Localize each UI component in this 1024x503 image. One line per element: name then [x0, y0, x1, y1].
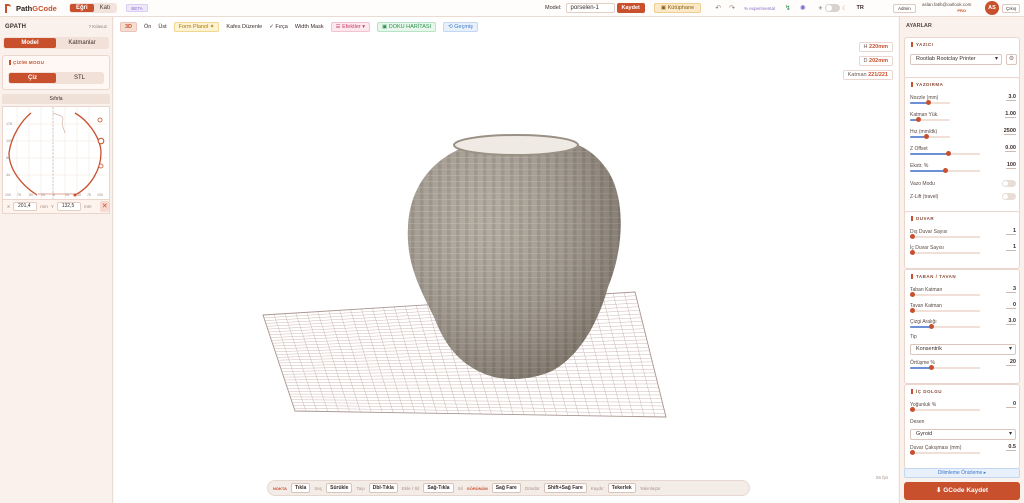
x-tick: 100 [97, 193, 103, 197]
x-tick: 25 [65, 193, 69, 197]
moon-icon: ☾ [842, 5, 848, 12]
z-offset-slider[interactable] [910, 151, 980, 156]
x-tick: 0 [53, 193, 55, 197]
tab-stl[interactable]: STL [56, 73, 103, 83]
app-logo: Path GCode [5, 3, 69, 13]
speed-value[interactable]: 2500 [1003, 128, 1016, 135]
redo-icon[interactable]: ↷ [729, 4, 735, 12]
left-sidebar: GPATH ? Kılavuz Model Katmanlar ÇİZİM MOD… [0, 17, 113, 503]
y-tick: 175 [6, 122, 12, 126]
speed-slider[interactable] [910, 134, 950, 139]
reset-button[interactable]: Sıfırla [2, 94, 110, 104]
vase-opening [453, 134, 579, 156]
tab-draw[interactable]: Çiz [9, 73, 56, 83]
base-top-section: TABAN / TAVAN Taban Katman 3 Tavan Katman… [904, 269, 1020, 384]
base-layers-value[interactable]: 3 [1006, 286, 1016, 293]
inner-wall-slider[interactable] [909, 250, 980, 255]
x-tick: 75 [87, 193, 91, 197]
tab-egri[interactable]: Eğri [70, 4, 94, 12]
beta-badge: BETA [126, 4, 148, 12]
settings-icon[interactable]: ✺ [800, 4, 806, 12]
wall-section: DUVAR Dış Duvar Sayısı 1 İç Duvar Sayısı 1 [904, 211, 1020, 269]
settings-title: AYARLAR [906, 23, 932, 29]
x-tick: 25 [41, 193, 45, 197]
y-tick: 44 [6, 173, 10, 177]
extrusion-value[interactable]: 100 [1006, 162, 1016, 169]
settings-panel: AYARLAR YAZICI Rootlab Rootclay Printer … [899, 17, 1024, 503]
point-coords: X 201,4 mm Y 132,5 mm ✕ [2, 199, 110, 214]
mode-switch: Eğri Katı [69, 3, 118, 13]
x-coord-input[interactable]: 201,4 [13, 202, 38, 211]
logout-button[interactable]: Çıkış [1002, 4, 1021, 13]
infill-pattern-select[interactable]: Gyroid [910, 429, 1016, 440]
pattern-type-select[interactable]: Konsentrik [910, 344, 1016, 355]
overlap-slider[interactable] [910, 365, 980, 370]
wand-icon[interactable]: ↯ [785, 4, 791, 12]
extrusion-slider[interactable] [910, 168, 980, 173]
print-section: YAZDIRMA Nozzle (mm) 3.0 Katman Yük. 1.00 … [904, 77, 1020, 222]
wall-overlap-value[interactable]: 0.5 [1006, 444, 1016, 451]
profile-editor[interactable]: 175 131 88 44 100 75 50 25 0 25 50 75 10… [2, 106, 110, 212]
layer-height-slider[interactable] [910, 117, 950, 122]
y-coord-input[interactable]: 132,5 [56, 202, 81, 211]
x-tick: 100 [5, 193, 11, 197]
experimental-link[interactable]: % experimental [744, 6, 775, 11]
line-spacing-slider[interactable] [910, 324, 980, 329]
scene-svg[interactable]: 56 fps [114, 17, 898, 503]
overlap-value[interactable]: 20 [1006, 359, 1016, 366]
save-button[interactable]: Kaydet [616, 3, 645, 13]
model-tabs: Model Katmanlar [3, 37, 109, 49]
y-tick: 88 [6, 156, 10, 160]
tab-kati[interactable]: Katı [94, 4, 117, 12]
admin-button[interactable]: Admin [893, 4, 916, 13]
density-value[interactable]: 0 [1006, 401, 1016, 408]
nozzle-slider[interactable] [910, 100, 950, 105]
density-slider[interactable] [909, 407, 980, 412]
undo-icon[interactable]: ↶ [715, 4, 721, 12]
fps-counter: 56 fps [876, 475, 889, 480]
outer-wall-slider[interactable] [909, 234, 980, 239]
profile-curve-svg[interactable]: 175 131 88 44 100 75 50 25 0 25 50 75 10… [3, 107, 109, 211]
x-tick: 50 [29, 193, 33, 197]
delete-point-icon[interactable]: ✕ [100, 201, 109, 212]
y-tick: 131 [6, 139, 12, 143]
printer-select[interactable]: Rootlab Rootclay Printer [910, 54, 1002, 65]
plan-badge: PRO [957, 8, 966, 13]
line-spacing-value[interactable]: 3.0 [1006, 318, 1016, 325]
draw-mode-tabs: Çiz STL [8, 72, 104, 84]
x-tick: 75 [17, 193, 21, 197]
slice-preview-button[interactable]: Dilimleme Önizleme ▸ [904, 468, 1020, 478]
library-button[interactable]: ▣ Kütüphane [653, 3, 702, 13]
z-offset-value[interactable]: 0.00 [1005, 145, 1016, 152]
outer-wall-value[interactable]: 1 [1006, 228, 1016, 235]
x-tick: 50 [77, 193, 81, 197]
avatar[interactable]: AS [985, 1, 999, 15]
wall-overlap-slider[interactable] [909, 450, 980, 455]
z-lift-toggle[interactable] [1002, 193, 1016, 200]
viewport-3d[interactable]: 3D Ön Üst Form Planol ✦ Kafes Düzenle ✓ … [114, 17, 898, 503]
base-layers-slider[interactable] [909, 292, 980, 297]
nozzle-value[interactable]: 3.0 [1006, 94, 1016, 101]
tab-model[interactable]: Model [4, 38, 56, 48]
top-layers-value[interactable]: 0 [1006, 302, 1016, 309]
top-layers-slider[interactable] [909, 308, 980, 313]
sun-icon: ☀ [817, 5, 824, 12]
printer-settings-icon[interactable]: ⚙ [1006, 54, 1017, 65]
theme-toggle[interactable] [825, 4, 841, 12]
infill-section: İÇ DOLGU Yoğunluk %0 Desen Gyroid Duvar … [904, 384, 1020, 469]
layer-height-value[interactable]: 1.00 [1005, 111, 1016, 118]
top-bar: Path GCode Eğri Katı BETA [0, 0, 1024, 17]
model-group: Model: porselen-1 Kaydet ▣ Kütüphane ↶ ↷… [545, 3, 864, 13]
logo-icon [5, 3, 11, 13]
draw-mode-card: ÇİZİM MODU Çiz STL [2, 55, 110, 90]
panel-title: GPATH [5, 24, 27, 30]
guide-link[interactable]: ? Kılavuz [88, 24, 107, 30]
inner-wall-value[interactable]: 1 [1006, 244, 1016, 251]
gcode-save-button[interactable]: ⬇ GCode Kaydet [904, 482, 1020, 500]
vase-mode-toggle[interactable] [1002, 180, 1016, 187]
tab-layers[interactable]: Katmanlar [56, 38, 108, 48]
model-name-input[interactable]: porselen-1 [565, 3, 615, 13]
shortcut-hints: NOKTA Tıkla Seç Sürükle Taşı Dbl-Tıkla Ekle… [267, 480, 750, 496]
language-switch[interactable]: TR [857, 5, 864, 11]
